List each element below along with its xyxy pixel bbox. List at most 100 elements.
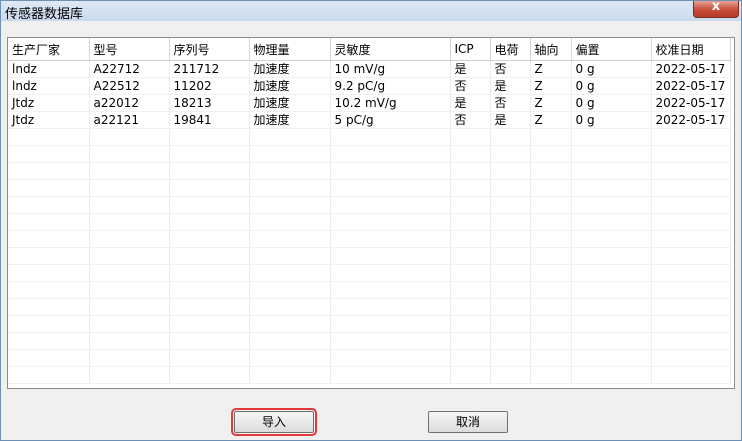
empty-row[interactable]	[8, 128, 731, 146]
table-cell	[169, 264, 250, 282]
table-cell: 是	[450, 94, 491, 112]
sensor-grid[interactable]: 生产厂家 型号 序列号 物理量 灵敏度 ICP 电荷 轴向 偏置 校准日期 ln…	[7, 37, 735, 389]
empty-row[interactable]	[8, 281, 731, 299]
table-cell	[169, 281, 250, 299]
table-cell	[490, 196, 531, 214]
table-cell: 9.2 pC/g	[330, 77, 451, 95]
table-cell: 11202	[169, 77, 250, 95]
table-cell	[89, 128, 170, 146]
title-bar[interactable]: 传感器数据库 x	[1, 0, 741, 22]
table-cell	[450, 332, 491, 350]
table-cell: A22512	[89, 77, 170, 95]
table-cell	[490, 298, 531, 316]
table-cell	[330, 366, 451, 384]
table-cell	[530, 179, 572, 197]
column-header[interactable]: 灵敏度	[330, 38, 451, 61]
table-cell	[89, 213, 170, 231]
table-cell	[330, 315, 451, 333]
table-cell	[8, 247, 90, 265]
table-cell: 0 g	[571, 111, 652, 129]
empty-row[interactable]	[8, 179, 731, 197]
table-cell	[450, 230, 491, 248]
table-header-row: 生产厂家 型号 序列号 物理量 灵敏度 ICP 电荷 轴向 偏置 校准日期	[8, 38, 731, 61]
table-cell	[8, 315, 90, 333]
table-cell: Jtdz	[8, 94, 90, 112]
table-row[interactable]: Jtdz a22121 19841 加速度 5 pC/g 否是 Z 0 g 2022-05-17	[8, 111, 731, 129]
table-cell	[450, 366, 491, 384]
table-cell	[571, 196, 652, 214]
table-cell	[330, 213, 451, 231]
empty-row[interactable]	[8, 332, 731, 350]
column-header[interactable]: 物理量	[249, 38, 331, 61]
table-cell	[169, 349, 250, 367]
table-cell	[651, 298, 731, 316]
table-cell	[330, 349, 451, 367]
table-cell	[89, 332, 170, 350]
table-cell	[490, 264, 531, 282]
empty-row[interactable]	[8, 349, 731, 367]
table-cell: Z	[530, 60, 572, 78]
empty-row[interactable]	[8, 247, 731, 265]
table-cell	[169, 128, 250, 146]
table-cell	[330, 264, 451, 282]
table-cell	[651, 230, 731, 248]
table-cell	[651, 332, 731, 350]
empty-row[interactable]	[8, 264, 731, 282]
empty-row[interactable]	[8, 162, 731, 180]
table-cell	[530, 247, 572, 265]
table-cell	[169, 366, 250, 384]
table-cell	[571, 179, 652, 197]
table-cell: 0 g	[571, 94, 652, 112]
table-cell	[490, 145, 531, 163]
column-header[interactable]: 序列号	[169, 38, 250, 61]
table-cell: 是	[450, 60, 491, 78]
table-cell	[169, 332, 250, 350]
table-cell	[651, 264, 731, 282]
table-cell: 10 mV/g	[330, 60, 451, 78]
table-cell	[651, 366, 731, 384]
table-cell: 2022-05-17	[651, 77, 731, 95]
table-cell	[249, 366, 331, 384]
column-header[interactable]: 轴向	[530, 38, 572, 61]
close-button[interactable]: x	[693, 0, 739, 18]
table-cell: Jtdz	[8, 111, 90, 129]
empty-row[interactable]	[8, 230, 731, 248]
table-cell	[169, 213, 250, 231]
column-header[interactable]: 校准日期	[651, 38, 731, 61]
empty-row[interactable]	[8, 213, 731, 231]
table-cell: a22121	[89, 111, 170, 129]
empty-row[interactable]	[8, 145, 731, 163]
table-cell	[571, 264, 652, 282]
table-cell	[490, 162, 531, 180]
table-cell	[571, 349, 652, 367]
table-cell	[450, 128, 491, 146]
column-header[interactable]: 型号	[89, 38, 170, 61]
table-row[interactable]: lndz A22712 211712 加速度 10 mV/g 是否 Z 0 g 2022-05-…	[8, 60, 731, 78]
table-cell: Z	[530, 94, 572, 112]
table-row[interactable]: Jtdz a22012 18213 加速度 10.2 mV/g 是否 Z 0 g 2022-05…	[8, 94, 731, 112]
table-row[interactable]: lndz A22512 11202 加速度 9.2 pC/g 否是 Z 0 g 2022-05-…	[8, 77, 731, 95]
table-cell: lndz	[8, 77, 90, 95]
empty-row[interactable]	[8, 366, 731, 384]
table-cell	[450, 213, 491, 231]
import-button[interactable]: 导入	[231, 408, 317, 436]
table-cell: Z	[530, 77, 572, 95]
table-cell	[169, 298, 250, 316]
table-cell	[571, 315, 652, 333]
empty-row[interactable]	[8, 315, 731, 333]
table-cell	[249, 247, 331, 265]
column-header[interactable]: 电荷	[490, 38, 531, 61]
empty-row[interactable]	[8, 298, 731, 316]
table-cell: lndz	[8, 60, 90, 78]
table-cell	[530, 332, 572, 350]
table-cell	[249, 230, 331, 248]
cancel-button[interactable]: 取消	[428, 411, 508, 433]
table-cell	[89, 247, 170, 265]
table-cell	[651, 179, 731, 197]
column-header[interactable]: 生产厂家	[8, 38, 90, 61]
column-header[interactable]: ICP	[450, 38, 491, 61]
table-cell	[530, 230, 572, 248]
empty-row[interactable]	[8, 196, 731, 214]
table-cell	[450, 162, 491, 180]
column-header[interactable]: 偏置	[571, 38, 652, 61]
